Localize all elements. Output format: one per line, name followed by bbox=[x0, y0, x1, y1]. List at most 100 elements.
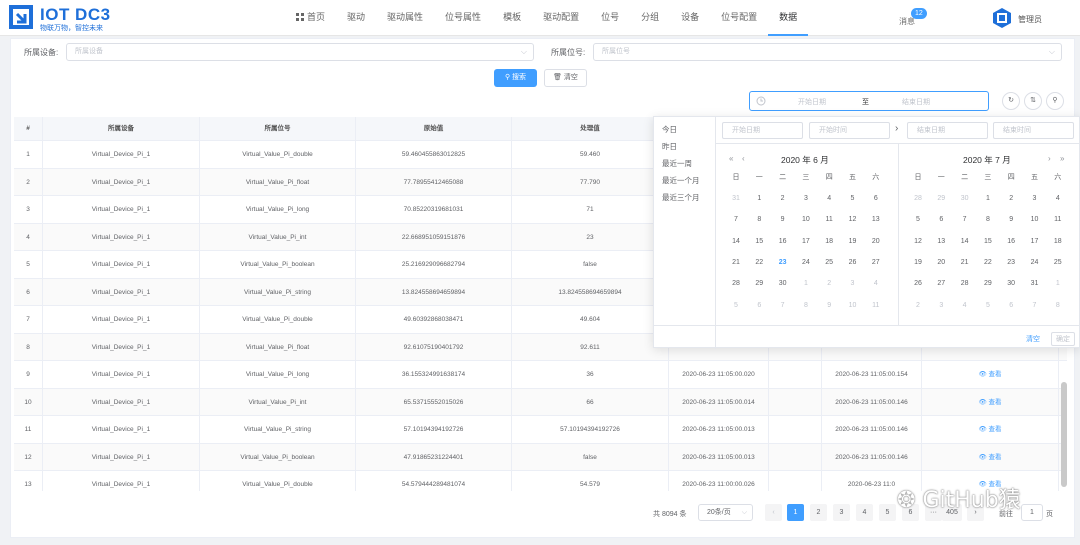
search-toggle-button[interactable]: ⚲ bbox=[1046, 92, 1064, 110]
page-button[interactable]: 2 bbox=[810, 504, 827, 521]
refresh-button[interactable]: ↻ bbox=[1002, 92, 1020, 110]
next-year-icon[interactable]: » bbox=[1060, 154, 1064, 163]
calendar-day[interactable]: 29 bbox=[931, 192, 951, 206]
calendar-day[interactable]: 28 bbox=[726, 277, 746, 291]
calendar-day[interactable]: 9 bbox=[819, 299, 839, 313]
calendar-day[interactable]: 22 bbox=[749, 256, 769, 270]
calendar-day[interactable]: 21 bbox=[726, 256, 746, 270]
page-size-select[interactable]: 20条/页 ⌵ bbox=[698, 504, 753, 521]
calendar-day[interactable]: 31 bbox=[726, 192, 746, 206]
calendar-day[interactable]: 2 bbox=[773, 192, 793, 206]
calendar-day[interactable]: 5 bbox=[843, 192, 863, 206]
table-row[interactable]: 12 Virtual_Device_Pi_1 Virtual_Value_Pi_bo… bbox=[14, 443, 1067, 471]
nav-item[interactable]: 位号配置 bbox=[710, 0, 768, 36]
calendar-day[interactable]: 3 bbox=[1025, 192, 1045, 206]
calendar-day[interactable]: 8 bbox=[1048, 299, 1068, 313]
calendar-day[interactable]: 8 bbox=[796, 299, 816, 313]
nav-item[interactable]: 首页 bbox=[285, 0, 336, 36]
calendar-day[interactable]: 13 bbox=[866, 213, 886, 227]
nav-item[interactable]: 分组 bbox=[630, 0, 670, 36]
calendar-day[interactable]: 11 bbox=[866, 299, 886, 313]
page-button[interactable]: 3 bbox=[833, 504, 850, 521]
calendar-day[interactable]: 2 bbox=[1001, 192, 1021, 206]
calendar-day[interactable]: 1 bbox=[978, 192, 998, 206]
nav-item[interactable]: 位号属性 bbox=[434, 0, 492, 36]
calendar-day[interactable]: 18 bbox=[819, 235, 839, 249]
calendar-day[interactable]: 3 bbox=[931, 299, 951, 313]
nav-item[interactable]: 位号 bbox=[590, 0, 630, 36]
calendar-day[interactable]: 28 bbox=[908, 192, 928, 206]
picker-shortcut[interactable]: 最近一周 bbox=[662, 158, 692, 169]
calendar-day[interactable]: 18 bbox=[1048, 235, 1068, 249]
calendar-day[interactable]: 23 bbox=[1001, 256, 1021, 270]
calendar-day[interactable]: 5 bbox=[978, 299, 998, 313]
picker-shortcut[interactable]: 今日 bbox=[662, 124, 677, 135]
calendar-day[interactable]: 4 bbox=[955, 299, 975, 313]
calendar-day[interactable]: 26 bbox=[908, 277, 928, 291]
calendar-day[interactable]: 7 bbox=[955, 213, 975, 227]
calendar-day[interactable]: 22 bbox=[978, 256, 998, 270]
calendar-day[interactable]: 1 bbox=[749, 192, 769, 206]
nav-item[interactable]: 数据 bbox=[768, 0, 809, 36]
calendar-day[interactable]: 24 bbox=[1025, 256, 1045, 270]
app-logo[interactable]: IOT DC3 物联万物，智控未来 bbox=[8, 4, 168, 32]
calendar-day[interactable]: 5 bbox=[726, 299, 746, 313]
calendar-day[interactable]: 29 bbox=[749, 277, 769, 291]
calendar-day[interactable]: 25 bbox=[1048, 256, 1068, 270]
calendar-day[interactable]: 30 bbox=[773, 277, 793, 291]
calendar-day[interactable]: 24 bbox=[796, 256, 816, 270]
calendar-day[interactable]: 30 bbox=[955, 192, 975, 206]
calendar-day[interactable]: 29 bbox=[978, 277, 998, 291]
view-link[interactable]: 👁 查看 bbox=[922, 443, 1059, 471]
calendar-day[interactable]: 13 bbox=[931, 235, 951, 249]
view-link[interactable]: 👁 查看 bbox=[922, 416, 1059, 443]
sort-button[interactable]: ⇅ bbox=[1024, 92, 1042, 110]
table-row[interactable]: 10 Virtual_Device_Pi_1 Virtual_Value_Pi_in… bbox=[14, 388, 1067, 416]
calendar-day[interactable]: 15 bbox=[978, 235, 998, 249]
calendar-day[interactable]: 5 bbox=[908, 213, 928, 227]
calendar-day[interactable]: 10 bbox=[843, 299, 863, 313]
picker-shortcut[interactable]: 最近三个月 bbox=[662, 192, 700, 203]
calendar-day[interactable]: 6 bbox=[931, 213, 951, 227]
page-button[interactable]: 1 bbox=[787, 504, 804, 521]
calendar-day[interactable]: 1 bbox=[1048, 277, 1068, 291]
prev-year-icon[interactable]: « bbox=[729, 154, 733, 163]
table-row[interactable]: 11 Virtual_Device_Pi_1 Virtual_Value_Pi_st… bbox=[14, 416, 1067, 444]
calendar-day[interactable]: 27 bbox=[866, 256, 886, 270]
device-select[interactable]: 所属设备 ⌵ bbox=[66, 43, 534, 61]
calendar-day[interactable]: 7 bbox=[1025, 299, 1045, 313]
calendar-day[interactable]: 19 bbox=[843, 235, 863, 249]
calendar-day[interactable]: 23 bbox=[773, 256, 793, 270]
clear-button[interactable]: 🗑 清空 bbox=[544, 69, 587, 87]
table-scrollbar[interactable] bbox=[1061, 382, 1067, 487]
calendar-day[interactable]: 27 bbox=[931, 277, 951, 291]
calendar-day[interactable]: 17 bbox=[796, 235, 816, 249]
picker-ok-button[interactable]: 确定 bbox=[1051, 332, 1075, 346]
calendar-day[interactable]: 16 bbox=[1001, 235, 1021, 249]
user-name[interactable]: 管理员 bbox=[1018, 14, 1042, 25]
calendar-day[interactable]: 30 bbox=[1001, 277, 1021, 291]
calendar-day[interactable]: 6 bbox=[1001, 299, 1021, 313]
calendar-day[interactable]: 20 bbox=[931, 256, 951, 270]
page-button[interactable]: 4 bbox=[856, 504, 873, 521]
date-range-start[interactable]: 开始日期 bbox=[798, 97, 826, 107]
calendar-day[interactable]: 21 bbox=[955, 256, 975, 270]
calendar-day[interactable]: 6 bbox=[866, 192, 886, 206]
nav-item[interactable]: 驱动属性 bbox=[376, 0, 434, 36]
calendar-day[interactable]: 28 bbox=[955, 277, 975, 291]
user-avatar-icon[interactable] bbox=[991, 7, 1013, 29]
calendar-day[interactable]: 3 bbox=[843, 277, 863, 291]
picker-start-date-input[interactable]: 开始日期 bbox=[722, 122, 803, 139]
search-button[interactable]: ⚲ 搜索 bbox=[494, 69, 537, 87]
view-link[interactable]: 👁 查看 bbox=[922, 361, 1059, 388]
calendar-day[interactable]: 8 bbox=[978, 213, 998, 227]
calendar-day[interactable]: 15 bbox=[749, 235, 769, 249]
view-link[interactable]: 👁 查看 bbox=[922, 388, 1059, 416]
prev-month-icon[interactable]: ‹ bbox=[742, 154, 745, 163]
calendar-day[interactable]: 26 bbox=[843, 256, 863, 270]
calendar-day[interactable]: 20 bbox=[866, 235, 886, 249]
calendar-day[interactable]: 16 bbox=[773, 235, 793, 249]
picker-end-date-input[interactable]: 结束日期 bbox=[907, 122, 988, 139]
calendar-day[interactable]: 3 bbox=[796, 192, 816, 206]
nav-item[interactable]: 驱动配置 bbox=[532, 0, 590, 36]
